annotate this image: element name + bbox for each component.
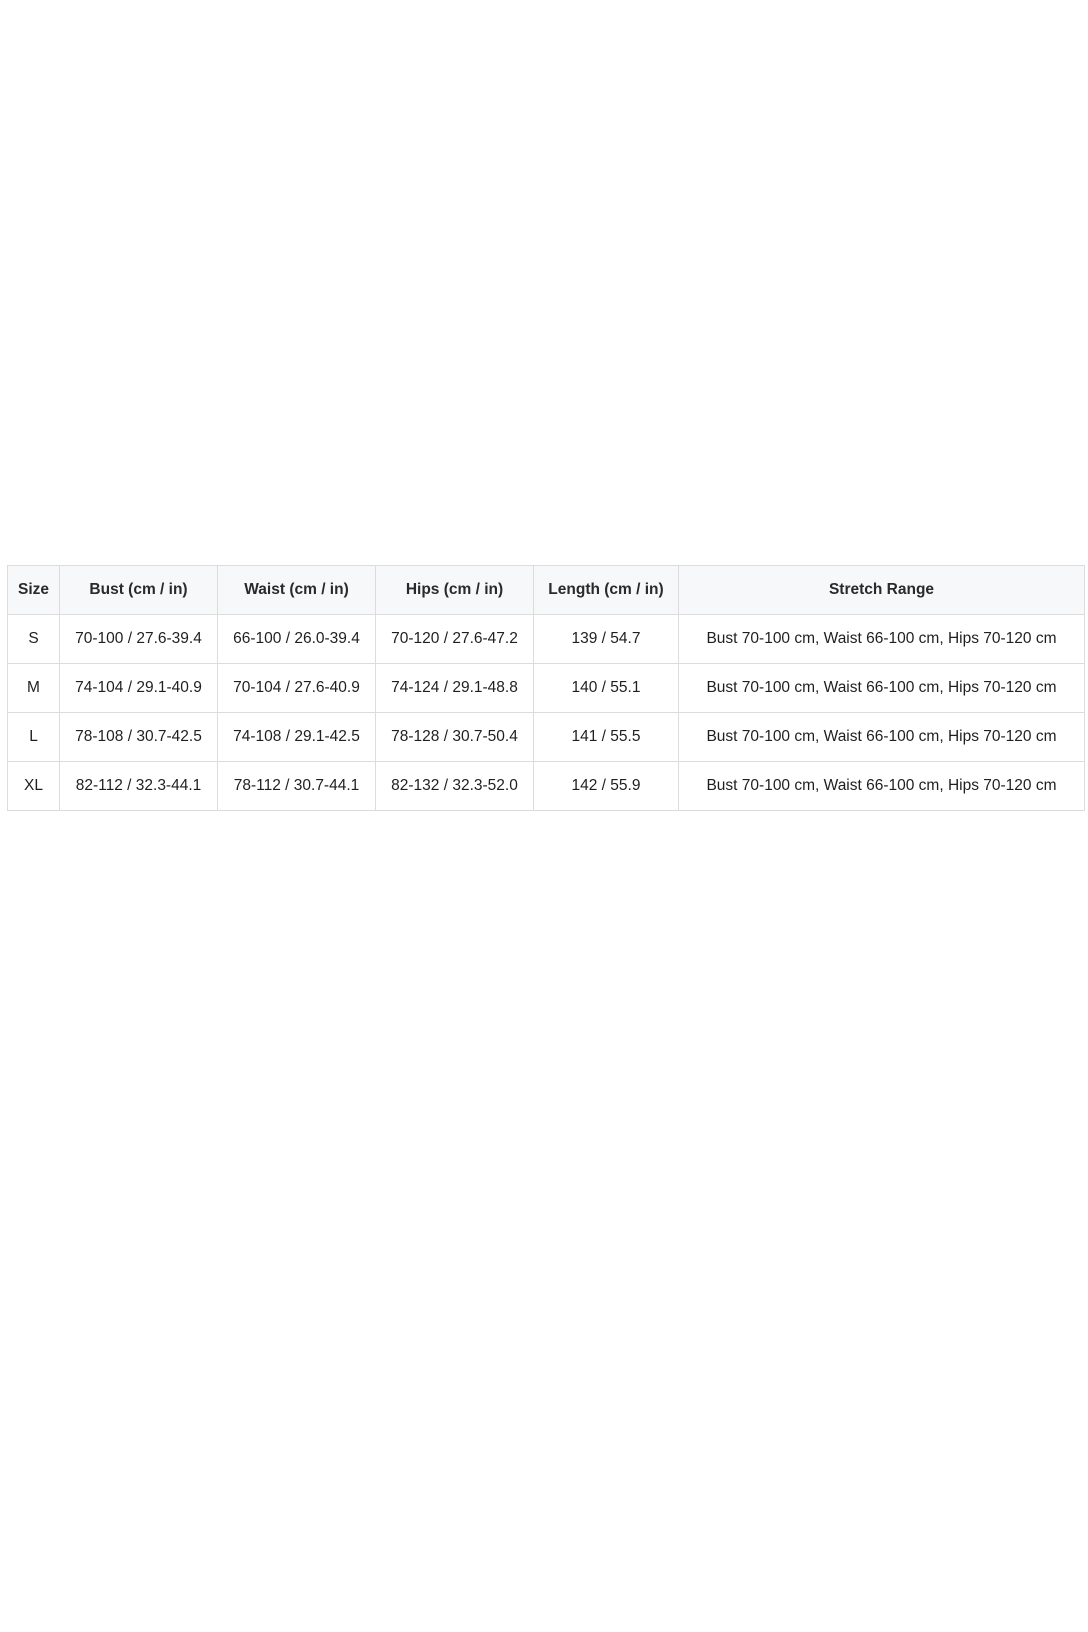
cell-length: 142 / 55.9 bbox=[533, 761, 679, 811]
cell-size: S bbox=[7, 614, 60, 664]
cell-hips: 74-124 / 29.1-48.8 bbox=[375, 663, 534, 713]
cell-length: 141 / 55.5 bbox=[533, 712, 679, 762]
cell-stretch-range: Bust 70-100 cm, Waist 66-100 cm, Hips 70… bbox=[678, 712, 1085, 762]
cell-size: L bbox=[7, 712, 60, 762]
cell-bust: 70-100 / 27.6-39.4 bbox=[59, 614, 218, 664]
header-waist: Waist (cm / in) bbox=[217, 565, 376, 615]
table-row: L 78-108 / 30.7-42.5 74-108 / 29.1-42.5 … bbox=[7, 712, 1085, 762]
cell-hips: 78-128 / 30.7-50.4 bbox=[375, 712, 534, 762]
header-size: Size bbox=[7, 565, 60, 615]
cell-stretch-range: Bust 70-100 cm, Waist 66-100 cm, Hips 70… bbox=[678, 614, 1085, 664]
header-hips: Hips (cm / in) bbox=[375, 565, 534, 615]
size-chart-table: Size Bust (cm / in) Waist (cm / in) Hips… bbox=[7, 565, 1085, 811]
cell-hips: 70-120 / 27.6-47.2 bbox=[375, 614, 534, 664]
cell-bust: 82-112 / 32.3-44.1 bbox=[59, 761, 218, 811]
table-body: S 70-100 / 27.6-39.4 66-100 / 26.0-39.4 … bbox=[7, 614, 1085, 811]
header-length: Length (cm / in) bbox=[533, 565, 679, 615]
cell-bust: 78-108 / 30.7-42.5 bbox=[59, 712, 218, 762]
table-row: XL 82-112 / 32.3-44.1 78-112 / 30.7-44.1… bbox=[7, 761, 1085, 811]
cell-length: 139 / 54.7 bbox=[533, 614, 679, 664]
cell-stretch-range: Bust 70-100 cm, Waist 66-100 cm, Hips 70… bbox=[678, 663, 1085, 713]
cell-bust: 74-104 / 29.1-40.9 bbox=[59, 663, 218, 713]
cell-stretch-range: Bust 70-100 cm, Waist 66-100 cm, Hips 70… bbox=[678, 761, 1085, 811]
cell-waist: 74-108 / 29.1-42.5 bbox=[217, 712, 376, 762]
cell-hips: 82-132 / 32.3-52.0 bbox=[375, 761, 534, 811]
header-stretch-range: Stretch Range bbox=[678, 565, 1085, 615]
header-bust: Bust (cm / in) bbox=[59, 565, 218, 615]
cell-size: M bbox=[7, 663, 60, 713]
cell-waist: 78-112 / 30.7-44.1 bbox=[217, 761, 376, 811]
header-row: Size Bust (cm / in) Waist (cm / in) Hips… bbox=[7, 565, 1085, 615]
cell-waist: 70-104 / 27.6-40.9 bbox=[217, 663, 376, 713]
table-row: M 74-104 / 29.1-40.9 70-104 / 27.6-40.9 … bbox=[7, 663, 1085, 713]
cell-waist: 66-100 / 26.0-39.4 bbox=[217, 614, 376, 664]
table-row: S 70-100 / 27.6-39.4 66-100 / 26.0-39.4 … bbox=[7, 614, 1085, 664]
cell-length: 140 / 55.1 bbox=[533, 663, 679, 713]
cell-size: XL bbox=[7, 761, 60, 811]
table-header: Size Bust (cm / in) Waist (cm / in) Hips… bbox=[7, 565, 1085, 615]
